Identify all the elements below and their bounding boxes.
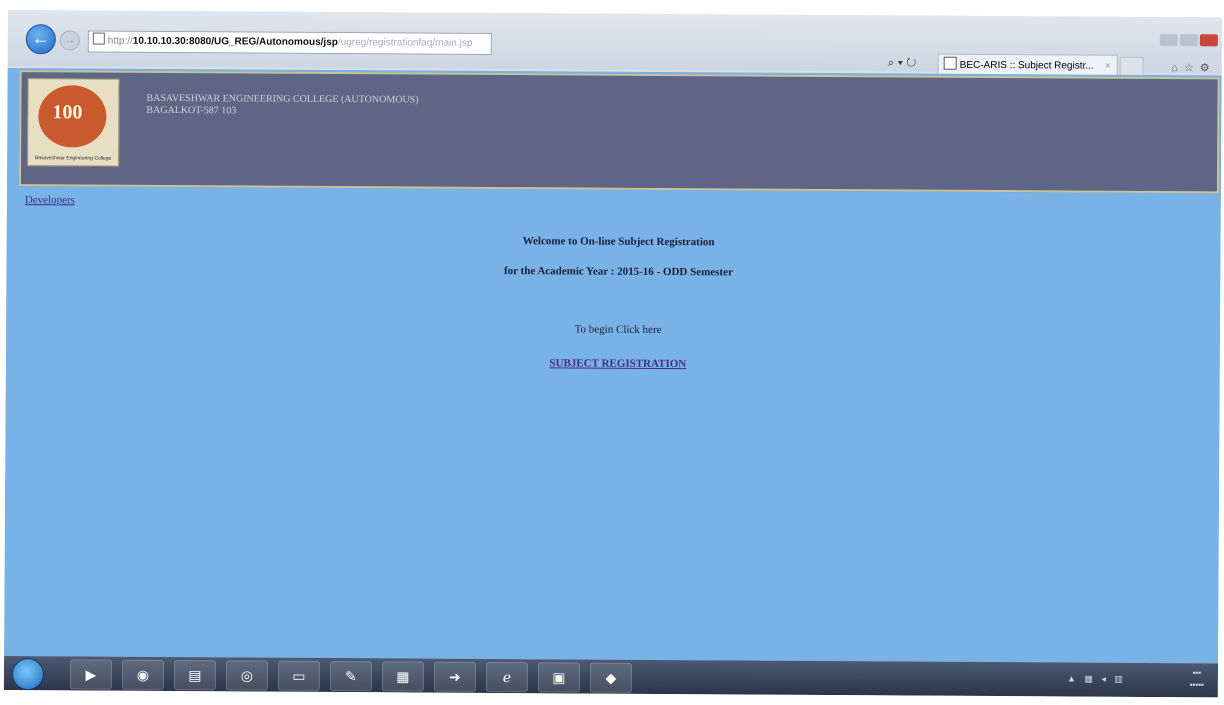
media-player-icon[interactable]: ▶: [69, 659, 113, 690]
academic-year-heading: for the Academic Year : 2015-16 - ODD Se…: [503, 265, 733, 279]
college-banner: 100 Basaveshwar Engineering College BASA…: [18, 70, 1220, 194]
subject-registration-link: SUBJECT REGISTRATION: [6, 354, 1222, 373]
page-icon: [92, 32, 105, 45]
logo-caption: Basaveshwar Engineering College: [34, 155, 112, 162]
home-favorites-settings-icons[interactable]: ⌂☆⚙: [1171, 61, 1215, 74]
maximize-button[interactable]: [1179, 34, 1198, 47]
minimize-button[interactable]: [1159, 34, 1178, 47]
close-button[interactable]: [1199, 34, 1218, 47]
folder-icon[interactable]: ▦: [381, 661, 425, 692]
screen: ← → http://10.10.10.30:8080/UG_REG/Auton…: [3, 10, 1222, 698]
college-city: BAGALKOT-587 103: [146, 104, 237, 117]
paint-icon[interactable]: ✎: [329, 660, 373, 692]
address-host: 10.10.10.30:8080/UG_REG/Autonomous/jsp: [132, 35, 338, 49]
begin-instruction: To begin Click here: [574, 323, 662, 336]
back-button[interactable]: ←: [25, 24, 56, 55]
address-path: /ugreg/registrationfaq/main.jsp: [337, 37, 473, 49]
internet-explorer-icon[interactable]: ℯ: [485, 661, 529, 693]
file-explorer-icon[interactable]: ▤: [173, 660, 217, 691]
web-page: 100 Basaveshwar Engineering College BASA…: [4, 67, 1222, 664]
college-logo: 100 Basaveshwar Engineering College: [27, 78, 120, 167]
clock[interactable]: ▪▪▪ ▪▪▪▪▪: [1190, 667, 1204, 691]
address-bar[interactable]: http://10.10.10.30:8080/UG_REG/Autonomou…: [87, 30, 492, 55]
search-refresh-controls[interactable]: ⌕ ▾ ↻: [888, 55, 917, 70]
address-protocol: http://: [107, 35, 133, 47]
back-arrow-icon: ←: [31, 28, 50, 49]
developers-link[interactable]: Developers: [25, 194, 75, 206]
tab-favicon-icon: [943, 56, 957, 70]
firefox-icon[interactable]: ◉: [121, 659, 165, 690]
system-tray[interactable]: ▲ ▦ ◂ ▥: [1067, 673, 1126, 684]
welcome-heading: Welcome to On-line Subject Registration: [522, 235, 715, 249]
window-app-icon[interactable]: ▣: [537, 662, 581, 693]
remote-desktop-icon[interactable]: ▭: [277, 660, 321, 691]
logo-centenary-text: 100: [52, 101, 83, 124]
forward-arrow-icon: →: [64, 34, 76, 47]
chrome-icon[interactable]: ◎: [225, 660, 269, 691]
subject-registration-anchor[interactable]: SUBJECT REGISTRATION: [549, 357, 686, 370]
acrobat-icon[interactable]: ◆: [589, 662, 633, 693]
browser-chrome: ← → http://10.10.10.30:8080/UG_REG/Auton…: [7, 10, 1222, 79]
taskbar: ▶ ◉ ▤ ◎ ▭ ✎ ▦ ➜ ℯ ▣ ◆ ▲ ▦ ◂ ▥ ▪▪▪ ▪▪▪▪▪: [3, 655, 1219, 698]
window-controls: [1158, 33, 1218, 51]
college-heading: BASAVESHWAR ENGINEERING COLLEGE (AUTONOM…: [146, 93, 418, 119]
arrow-app-icon[interactable]: ➜: [433, 661, 477, 692]
forward-button[interactable]: →: [59, 30, 80, 51]
tab-title: BEC-ARIS :: Subject Registr...: [959, 59, 1094, 72]
start-button[interactable]: [11, 658, 45, 691]
